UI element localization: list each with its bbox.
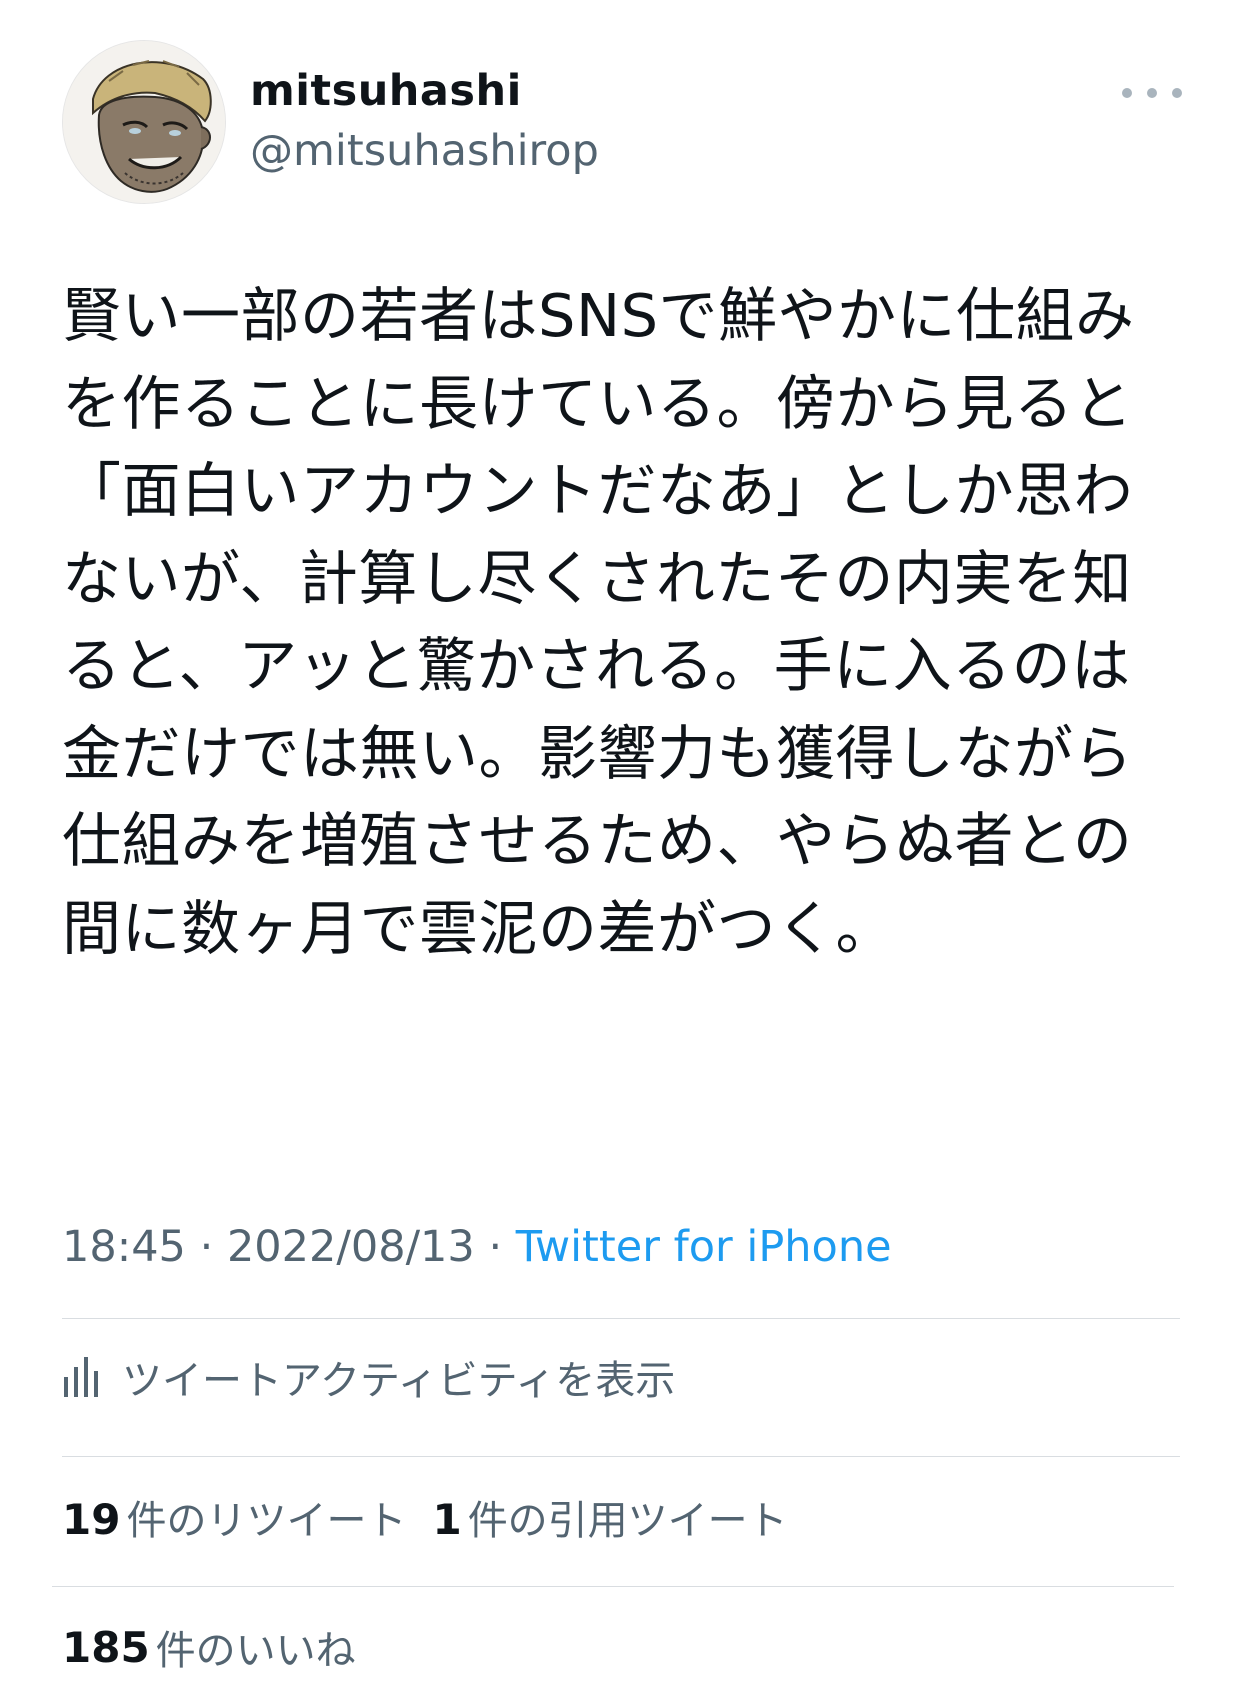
tweet-meta: 18:45 · 2022/08/13 · Twitter for iPhone xyxy=(62,1222,892,1272)
divider xyxy=(52,1586,1174,1587)
divider xyxy=(62,1456,1180,1457)
more-horizontal-icon[interactable] xyxy=(1122,78,1182,108)
more-dot xyxy=(1172,88,1182,98)
tweet-date[interactable]: 2022/08/13 xyxy=(227,1222,475,1272)
likes-stat[interactable]: 185 件のいいね xyxy=(62,1612,356,1682)
user-handle[interactable]: @mitsuhashirop xyxy=(250,126,599,176)
quotes-label: 件の引用ツイート xyxy=(467,1498,788,1544)
more-dot xyxy=(1122,88,1132,98)
tweet-activity-link[interactable]: ツイートアクティビティを表示 xyxy=(62,1342,675,1412)
avatar[interactable] xyxy=(62,40,226,204)
avatar-illustration xyxy=(63,41,225,203)
tweet-time[interactable]: 18:45 xyxy=(62,1222,186,1272)
retweets-count: 19 xyxy=(62,1495,121,1544)
likes-label: 件のいいね xyxy=(155,1628,356,1674)
quotes-count: 1 xyxy=(432,1495,462,1544)
likes-count: 185 xyxy=(62,1622,150,1672)
divider xyxy=(62,1318,1180,1319)
retweets-stat[interactable]: 19 件のリツイート xyxy=(62,1488,406,1546)
meta-separator: · xyxy=(488,1222,503,1272)
tweet-text: 賢い一部の若者はSNSで鮮やかに仕組みを作ることに長けている。傍から見ると「面白… xyxy=(62,281,1135,963)
engagement-stats: 19 件のリツイート 1 件の引用ツイート xyxy=(62,1482,814,1552)
tweet-activity-label: ツイートアクティビティを表示 xyxy=(122,1358,676,1404)
retweets-label: 件のリツイート xyxy=(126,1498,407,1544)
bar-chart-icon xyxy=(64,1357,98,1397)
meta-separator: · xyxy=(199,1222,214,1272)
quotes-stat[interactable]: 1 件の引用ツイート xyxy=(432,1488,787,1546)
display-name[interactable]: mitsuhashi xyxy=(250,66,522,116)
tweet-source-link[interactable]: Twitter for iPhone xyxy=(516,1222,892,1272)
more-dot xyxy=(1147,88,1157,98)
tweet-header: mitsuhashi @mitsuhashirop xyxy=(62,40,1182,210)
